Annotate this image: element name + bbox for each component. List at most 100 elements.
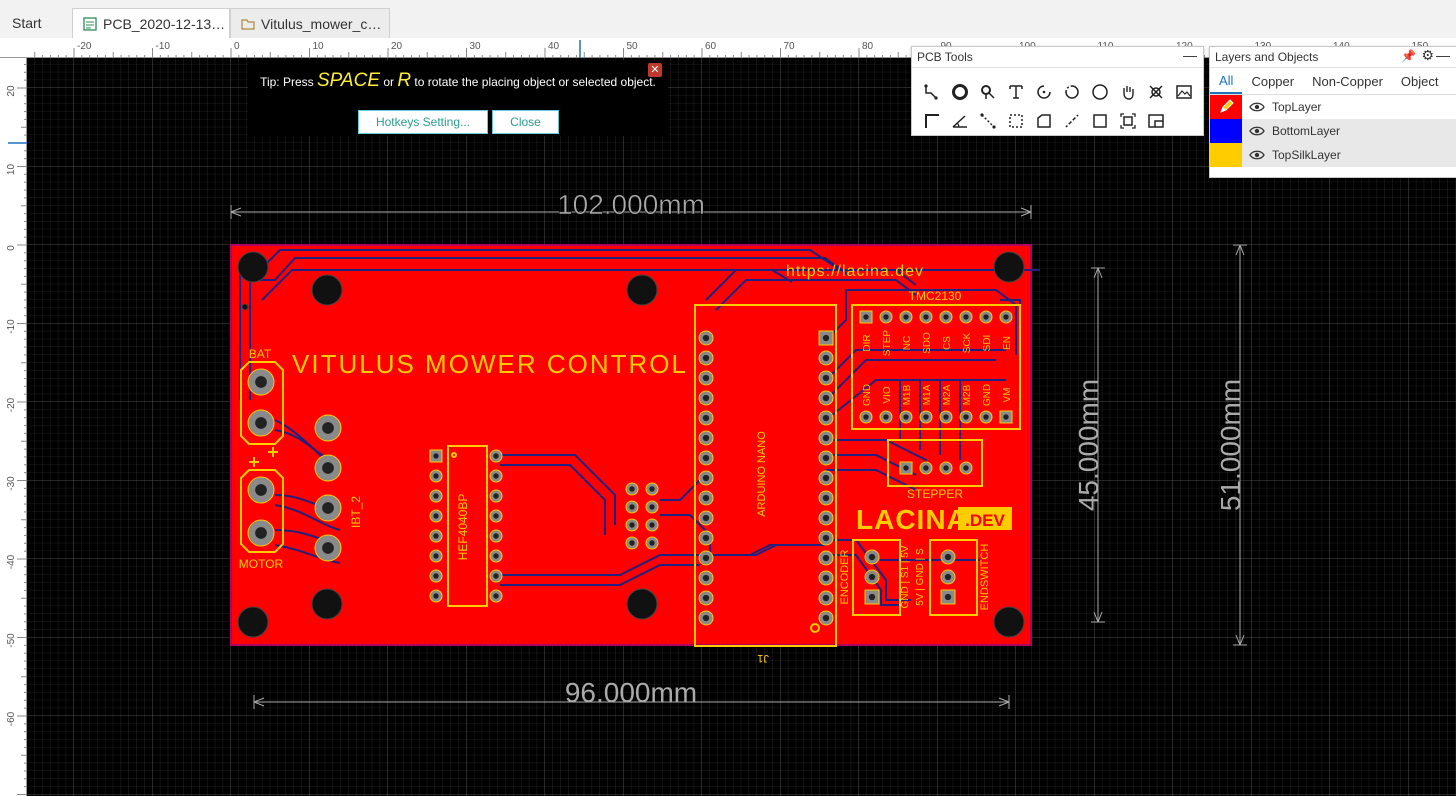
tab-pcb-label: PCB_2020-12-13… bbox=[103, 15, 226, 32]
gear-icon[interactable]: ⚙ bbox=[1421, 47, 1434, 64]
ruler-left-label: -40 bbox=[6, 554, 17, 569]
tip-close-button[interactable]: Close bbox=[492, 110, 559, 134]
pad-hole bbox=[944, 573, 952, 581]
eye-icon[interactable] bbox=[1242, 125, 1272, 137]
tip-text: Tip: Press SPACE or R to rotate the plac… bbox=[248, 70, 668, 92]
connect-icon[interactable] bbox=[974, 106, 1002, 135]
pcb-tools-panel: PCB Tools — bbox=[911, 46, 1204, 136]
text-icon[interactable] bbox=[1002, 77, 1030, 106]
pad-hole bbox=[923, 465, 929, 471]
layers-tab-object[interactable]: Object bbox=[1392, 68, 1448, 94]
pad-hole bbox=[944, 593, 952, 601]
via-icon[interactable] bbox=[974, 77, 1002, 106]
eye-icon[interactable] bbox=[1242, 101, 1272, 113]
center-arc-icon[interactable] bbox=[1058, 77, 1086, 106]
layers-title: Layers and Objects bbox=[1215, 50, 1319, 64]
tmc-pin-label: M2A bbox=[942, 384, 953, 405]
pad-hole bbox=[822, 534, 830, 542]
pad-hole bbox=[983, 314, 989, 320]
pad-hole bbox=[983, 414, 989, 420]
ruler-top-label: 40 bbox=[548, 41, 560, 52]
layers-tab-non-copper[interactable]: Non-Copper bbox=[1303, 68, 1392, 94]
pad-hole bbox=[702, 414, 710, 422]
rectangle-corner-icon[interactable] bbox=[918, 106, 946, 135]
minimize-icon[interactable]: — bbox=[1436, 47, 1450, 63]
layers-header: Layers and Objects 📌 ⚙ — bbox=[1210, 47, 1456, 68]
pan-icon[interactable] bbox=[1114, 77, 1142, 106]
pad-hole bbox=[822, 554, 830, 562]
pad-hole bbox=[433, 493, 439, 499]
select-area-icon[interactable] bbox=[1114, 106, 1142, 135]
tmc-pin-label: M1A bbox=[922, 384, 933, 405]
pad-hole bbox=[903, 314, 909, 320]
image-icon[interactable] bbox=[1170, 77, 1198, 106]
pad-hole bbox=[433, 553, 439, 559]
pad-hole bbox=[649, 486, 655, 492]
tab-project[interactable]: Vitulus_mower_c… bbox=[230, 8, 390, 38]
solder-mask-icon[interactable] bbox=[1142, 77, 1170, 106]
layer-row[interactable]: TopLayer bbox=[1210, 95, 1456, 119]
pad-hole bbox=[702, 514, 710, 522]
pad-hole bbox=[903, 465, 909, 471]
pad-hole bbox=[702, 594, 710, 602]
tab-start[interactable]: Start bbox=[0, 8, 70, 38]
tab-project-label: Vitulus_mower_c… bbox=[261, 15, 382, 32]
track-icon[interactable] bbox=[918, 77, 946, 106]
layers-tab-all[interactable]: All bbox=[1210, 68, 1243, 94]
pad-hole bbox=[493, 553, 499, 559]
tip-popup: ✕ Tip: Press SPACE or R to rotate the pl… bbox=[248, 60, 668, 136]
pad-icon[interactable] bbox=[946, 77, 974, 106]
pad-hole bbox=[433, 533, 439, 539]
route-icon[interactable] bbox=[1058, 106, 1086, 135]
ruler-left-label: 20 bbox=[6, 85, 17, 97]
arc-icon[interactable] bbox=[1030, 77, 1058, 106]
ruler-vertical: 20 10 0 -10 -20 -30 -40 -50 -60 bbox=[0, 58, 27, 796]
pin-icon[interactable]: 📌 bbox=[1401, 49, 1416, 63]
polygon-icon[interactable] bbox=[1030, 106, 1058, 135]
tmc-pin-label: M1B bbox=[902, 384, 913, 405]
ruler-left-label: -30 bbox=[6, 476, 17, 491]
pad-hole bbox=[943, 414, 949, 420]
tmc-pin-label: CS bbox=[942, 336, 953, 350]
tmc-pin-label: VIO bbox=[882, 386, 893, 403]
encoder-pins-label: GND | S1 | 5V bbox=[900, 545, 911, 608]
endswitch-label: ENDSWITCH bbox=[979, 544, 991, 611]
ruler-top-label: 60 bbox=[705, 41, 717, 52]
eye-icon[interactable] bbox=[1242, 149, 1272, 161]
tmc-pin-label: EN bbox=[1002, 336, 1013, 350]
tip-prefix: Tip: Press bbox=[260, 75, 317, 89]
pad-hole bbox=[649, 504, 655, 510]
tmc-pin-label: DIR bbox=[862, 334, 873, 351]
ruler-top-label: -20 bbox=[77, 41, 92, 52]
logo-dev: .DEV bbox=[965, 511, 1005, 530]
pad-hole bbox=[493, 473, 499, 479]
pad-hole bbox=[863, 314, 869, 320]
layer-color-swatch[interactable] bbox=[1210, 95, 1242, 119]
pad-hole bbox=[702, 554, 710, 562]
board-outline-icon[interactable] bbox=[1142, 106, 1170, 135]
layer-row[interactable]: TopSilkLayer bbox=[1210, 143, 1456, 167]
angle-icon[interactable] bbox=[946, 106, 974, 135]
dashed-rect-icon[interactable] bbox=[1002, 106, 1030, 135]
tip-key-space: SPACE bbox=[316, 70, 380, 91]
tmc-pin-label: SDO bbox=[922, 332, 933, 354]
layer-color-swatch[interactable] bbox=[1210, 143, 1242, 167]
pad-hole bbox=[433, 593, 439, 599]
layer-name: BottomLayer bbox=[1272, 124, 1341, 138]
pad-hole bbox=[702, 574, 710, 582]
layer-color-swatch[interactable] bbox=[1210, 119, 1242, 143]
ruler-left-label: -20 bbox=[6, 397, 17, 412]
pad-hole bbox=[702, 614, 710, 622]
hotkeys-setting-button[interactable]: Hotkeys Setting... bbox=[358, 110, 488, 134]
minimize-icon[interactable]: — bbox=[1183, 47, 1197, 63]
circle-icon[interactable] bbox=[1086, 77, 1114, 106]
layer-row[interactable]: BottomLayer bbox=[1210, 119, 1456, 143]
pad-hole bbox=[255, 376, 267, 388]
dimension-right-inner-label: 45.000mm bbox=[1073, 379, 1104, 511]
pad-hole bbox=[822, 594, 830, 602]
pad-hole bbox=[255, 417, 267, 429]
layers-tab-copper[interactable]: Copper bbox=[1242, 68, 1303, 94]
board-title: VITULUS MOWER CONTROL bbox=[292, 349, 688, 379]
tab-pcb[interactable]: PCB_2020-12-13… bbox=[72, 8, 230, 38]
rectangle-icon[interactable] bbox=[1086, 106, 1114, 135]
